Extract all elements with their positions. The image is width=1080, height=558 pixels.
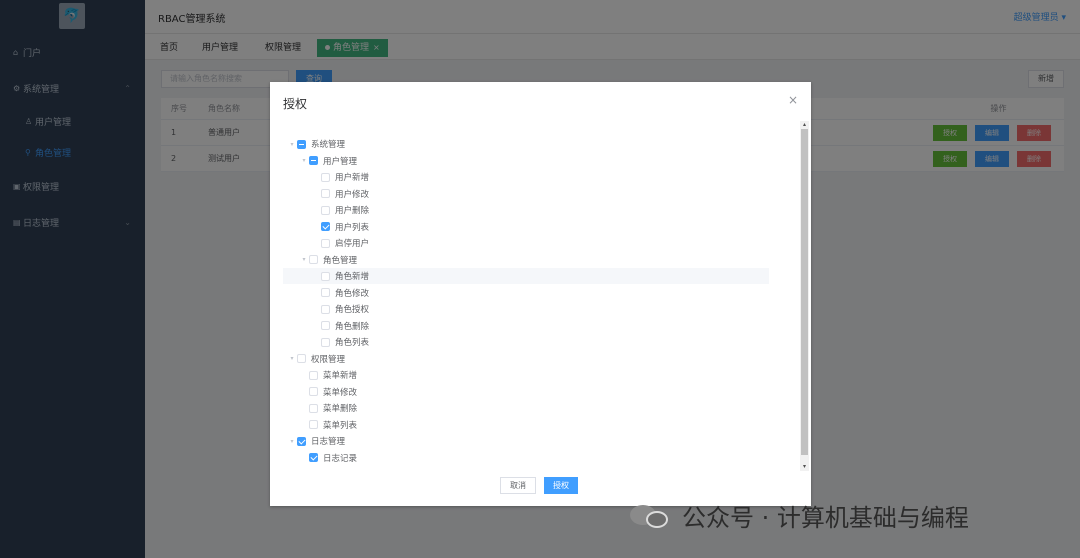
scroll-down-icon[interactable]: ▾ [800, 463, 809, 471]
tree-node-label: 用户管理 [323, 156, 358, 167]
tree-node[interactable]: 日志记录 [283, 450, 769, 466]
tree-checkbox[interactable] [297, 139, 306, 149]
tree-node[interactable]: ▾ 日志管理 [283, 433, 769, 449]
tree-node-label: 日志管理 [311, 437, 346, 447]
scrollbar[interactable]: ▴ ▾ [800, 121, 809, 471]
tree-checkbox[interactable] [321, 189, 330, 198]
tree-node[interactable]: 菜单删除 [283, 400, 769, 416]
tree-node[interactable]: 菜单修改 [283, 384, 769, 400]
tree-node[interactable]: 菜单新增 [283, 367, 769, 383]
tree-node-label: 角色删除 [335, 321, 370, 332]
tree-checkbox[interactable] [321, 337, 330, 347]
tree-checkbox[interactable] [309, 255, 318, 264]
tree-node-label: 用户列表 [335, 222, 370, 233]
tree-node[interactable]: ▾ 系统管理 [283, 136, 769, 152]
tree-node-label: 角色授权 [335, 305, 370, 315]
tree-node[interactable]: 用户修改 [283, 186, 769, 202]
tree-node-label: 系统管理 [311, 140, 346, 150]
tree-checkbox[interactable] [321, 304, 330, 314]
tree-node[interactable]: 角色列表 [283, 334, 769, 350]
caret-down-icon[interactable]: ▾ [299, 157, 309, 164]
tree-node[interactable]: 角色新增 [283, 268, 769, 284]
caret-down-icon[interactable]: ▾ [287, 438, 297, 445]
tree-node[interactable]: 用户新增 [283, 169, 769, 185]
tree-node[interactable]: 启停用户 [283, 235, 769, 251]
tree-node[interactable]: 角色删除 [283, 318, 769, 334]
scroll-up-icon[interactable]: ▴ [800, 121, 809, 129]
tree-node[interactable]: 菜单列表 [283, 417, 769, 433]
tree-node-label: 权限管理 [311, 354, 346, 365]
tree-node-label: 日志记录 [323, 453, 358, 464]
authorize-dialog: 授权 × ▾ 系统管理 ▾ 用户管理 用户新增 用户修改 用户删除 用户列表 启停用户 ▾ 角色管理… [270, 82, 811, 506]
permission-tree: ▾ 系统管理 ▾ 用户管理 用户新增 用户修改 用户删除 用户列表 启停用户 ▾ 角色管理 角色新增角… [283, 120, 811, 470]
tree-node[interactable]: ▾ 角色管理 [283, 252, 769, 268]
tree-node[interactable]: 角色授权 [283, 301, 769, 317]
tree-node-label: 角色管理 [323, 255, 358, 266]
tree-checkbox[interactable] [321, 222, 330, 231]
tree-node-label: 菜单新增 [323, 371, 358, 381]
tree-checkbox[interactable] [321, 238, 330, 248]
tree-checkbox[interactable] [321, 172, 330, 182]
caret-down-icon[interactable]: ▾ [287, 141, 297, 148]
caret-down-icon[interactable]: ▾ [299, 256, 309, 263]
tree-node-label: 角色新增 [335, 272, 370, 282]
tree-checkbox[interactable] [309, 420, 318, 429]
tree-checkbox[interactable] [309, 403, 318, 413]
tree-node-label: 菜单修改 [323, 387, 358, 398]
scroll-thumb[interactable] [801, 129, 808, 455]
tree-node-label: 用户删除 [335, 206, 370, 216]
tree-node[interactable]: ▾ 用户管理 [283, 153, 769, 169]
tree-node-label: 菜单删除 [323, 404, 358, 414]
tree-node-label: 菜单列表 [323, 420, 358, 431]
tree-node-label: 启停用户 [335, 239, 370, 249]
caret-down-icon[interactable]: ▾ [287, 355, 297, 362]
watermark-text: 公众号 · 计算机基础与编程 [682, 503, 969, 532]
dialog-title: 授权 [283, 97, 308, 111]
tree-node[interactable]: 角色修改 [283, 285, 769, 301]
close-icon[interactable]: × [788, 93, 798, 107]
tree-node[interactable]: ▾ 权限管理 [283, 351, 769, 367]
tree-node-label: 角色修改 [335, 288, 370, 299]
tree-checkbox[interactable] [321, 321, 330, 330]
watermark: 公众号 · 计算机基础与编程 [630, 500, 969, 532]
tree-checkbox[interactable] [309, 370, 318, 380]
tree-node-label: 用户修改 [335, 189, 370, 200]
tree-checkbox[interactable] [321, 271, 330, 281]
authorize-confirm-button[interactable]: 授权 [544, 477, 578, 494]
wechat-icon [630, 501, 670, 529]
tree-checkbox[interactable] [321, 205, 330, 215]
cancel-button[interactable]: 取消 [500, 477, 536, 494]
tree-node-label: 用户新增 [335, 173, 370, 183]
tree-checkbox[interactable] [321, 288, 330, 297]
tree-checkbox[interactable] [309, 453, 318, 462]
tree-checkbox[interactable] [297, 354, 306, 363]
tree-node-label: 角色列表 [335, 338, 370, 348]
tree-checkbox[interactable] [297, 436, 306, 446]
tree-checkbox[interactable] [309, 387, 318, 396]
tree-checkbox[interactable] [309, 156, 318, 165]
tree-node[interactable]: 用户删除 [283, 202, 769, 218]
tree-node[interactable]: 用户列表 [283, 219, 769, 235]
